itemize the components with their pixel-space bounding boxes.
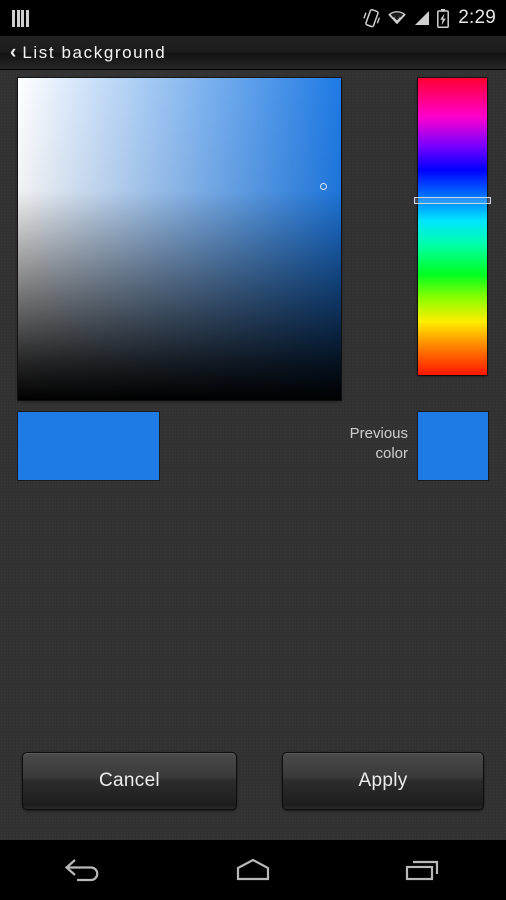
- recents-icon: [405, 860, 438, 881]
- dialog-button-bar: Cancel Apply: [0, 752, 506, 814]
- saturation-value-square[interactable]: [18, 78, 341, 400]
- nav-recents-button[interactable]: [367, 844, 477, 896]
- page-title: List background: [22, 42, 167, 62]
- action-bar[interactable]: ‹ List background: [0, 36, 506, 70]
- nav-home-button[interactable]: [198, 844, 308, 896]
- phone-screen: 2:29 ‹ List background Previous color Ca…: [0, 0, 506, 900]
- selected-color-swatch: [18, 412, 159, 480]
- battery-charging-icon: [437, 8, 450, 28]
- previous-color-label-line2: color: [375, 445, 408, 462]
- previous-color-label: Previous color: [288, 424, 408, 464]
- nav-back-button[interactable]: [29, 844, 139, 896]
- status-bar-notifications: [0, 9, 363, 27]
- wifi-icon: [387, 10, 407, 26]
- status-bar: 2:29: [0, 0, 506, 36]
- system-navigation-bar: [0, 840, 506, 900]
- hue-slider-handle[interactable]: [414, 197, 491, 204]
- hue-slider[interactable]: [418, 78, 487, 375]
- vibrate-icon: [363, 8, 381, 28]
- previous-color-swatch[interactable]: [418, 412, 488, 480]
- previous-color-label-line1: Previous: [349, 425, 408, 442]
- sv-selector-cursor[interactable]: [320, 183, 327, 190]
- back-icon: [65, 859, 99, 882]
- signal-bars-icon: [12, 9, 29, 27]
- status-bar-clock: 2:29: [458, 7, 496, 28]
- apply-button[interactable]: Apply: [282, 752, 484, 810]
- home-icon: [236, 858, 270, 881]
- back-chevron-icon[interactable]: ‹: [10, 43, 16, 62]
- status-bar-system-icons: 2:29: [363, 7, 506, 29]
- cancel-button[interactable]: Cancel: [22, 752, 237, 810]
- cellular-signal-icon: [414, 10, 430, 26]
